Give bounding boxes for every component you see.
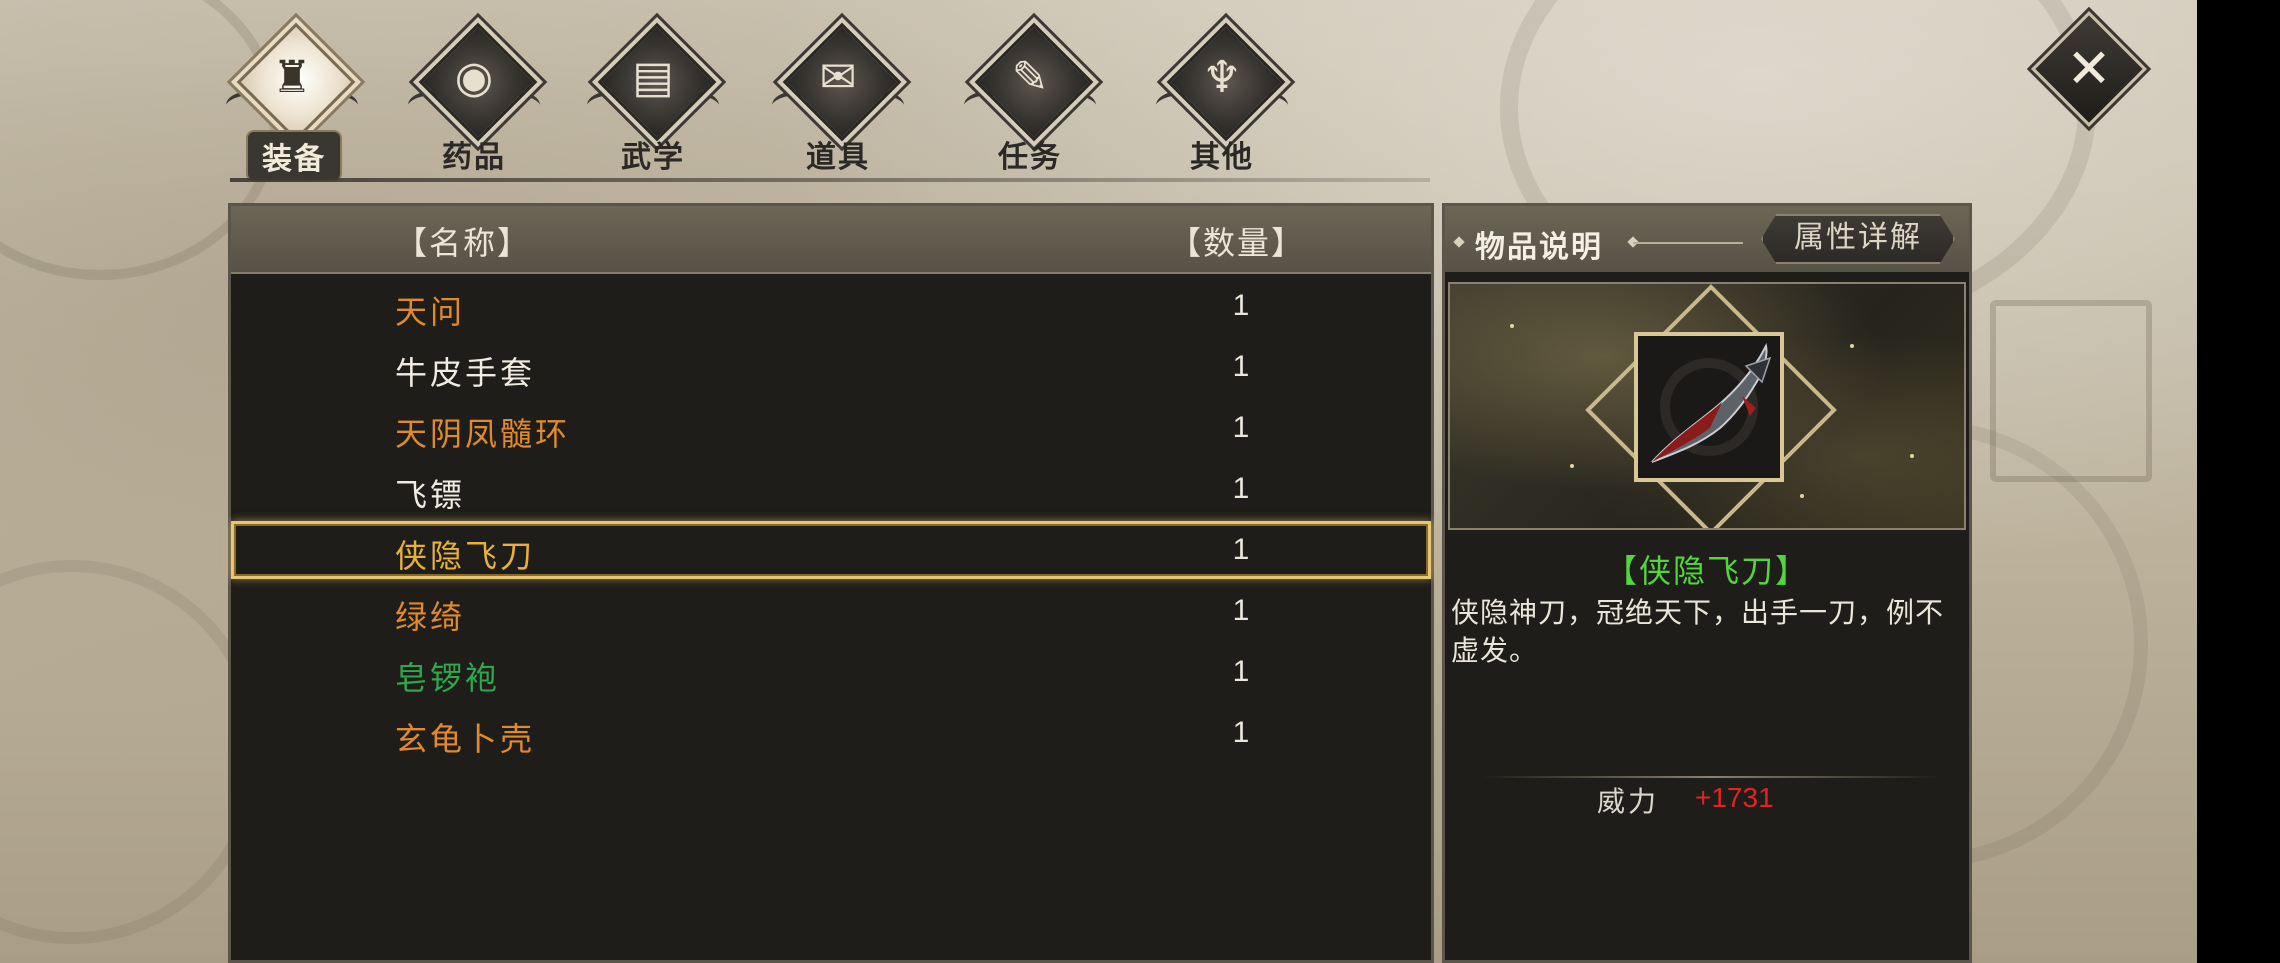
item-row-quantity: 1 <box>1232 472 1250 505</box>
item-description: 侠隐神刀，冠绝天下，出手一刀，例不虚发。 <box>1451 596 1945 667</box>
tab-props[interactable]: ✉ 道具 <box>770 22 906 175</box>
tab-label: 药品 <box>442 140 506 175</box>
sparkle <box>1850 344 1854 348</box>
item-row-name: 侠隐飞刀 <box>395 537 536 575</box>
item-icon-frame <box>1634 332 1784 482</box>
item-row[interactable]: 天阴凤髓环 1 <box>231 399 1431 457</box>
item-row[interactable]: 天问 1 <box>231 277 1431 335</box>
item-row[interactable]: 飞镖 1 <box>231 460 1431 518</box>
item-row[interactable]: 牛皮手套 1 <box>231 338 1431 396</box>
detail-header: 物品说明 属性详解 <box>1445 206 1969 272</box>
martial-arts-icon: ▤ <box>632 52 674 103</box>
item-row-name: 天阴凤髓环 <box>395 415 571 453</box>
item-row-quantity: 1 <box>1232 289 1250 322</box>
item-list-panel: 【名称】 【数量】 天问 1 牛皮手套 1 天阴凤髓环 1 飞镖 1 侠隐飞刀 1 绿绮 1 皂锣袍 1 玄… <box>228 203 1434 963</box>
background-fret-pattern <box>1990 300 2152 482</box>
item-row-quantity: 1 <box>1232 655 1250 688</box>
item-detail-panel: 物品说明 属性详解 【侠隐飞刀】 侠隐神刀，冠绝天下，出手一刀，例不虚发。 威力… <box>1442 203 1972 963</box>
item-row-name: 飞镖 <box>395 476 466 514</box>
item-showcase <box>1448 282 1966 530</box>
background-ornament <box>0 560 264 944</box>
tab-divider <box>230 178 1430 182</box>
tab-label: 任务 <box>998 140 1062 175</box>
item-row-quantity: 1 <box>1232 411 1250 444</box>
item-row-name: 绿绮 <box>395 598 466 636</box>
item-row-quantity: 1 <box>1232 533 1250 566</box>
item-row-name: 天问 <box>395 293 466 331</box>
sparkle <box>1800 494 1804 498</box>
medicine-icon: ◉ <box>454 52 494 103</box>
item-row[interactable]: 皂锣袍 1 <box>231 643 1431 701</box>
quest-scroll-icon: ✎ <box>1011 52 1049 103</box>
item-row-name: 牛皮手套 <box>395 354 536 392</box>
power-stat-value: +1731 <box>1695 782 1774 813</box>
name-column-header: 【名称】 <box>395 224 532 262</box>
tab-item-description[interactable]: 物品说明 <box>1475 222 1603 266</box>
sparkle <box>1510 324 1514 328</box>
tab-quest-scroll[interactable]: ✎ 任务 <box>962 22 1098 175</box>
item-row[interactable]: 绿绮 1 <box>231 582 1431 640</box>
power-stat-label: 威力 <box>1597 785 1660 818</box>
sparkle <box>1910 454 1914 458</box>
item-name: 【侠隐飞刀】 <box>1604 552 1809 590</box>
inventory-screen: ♜ 装备 ◉ 药品 ▤ 武学 ✉ 道具 ✎ 任务 ♆ 其他 ✕ 【名称】 【数量】 天问 1 牛皮手套 1 天… <box>0 0 2197 963</box>
tab-medicine[interactable]: ◉ 药品 <box>406 22 542 175</box>
item-row-name: 皂锣袍 <box>395 659 501 697</box>
other-icon: ♆ <box>1202 52 1242 103</box>
item-row-quantity: 1 <box>1232 594 1250 627</box>
tab-label: 装备 <box>246 130 342 182</box>
tab-label: 武学 <box>621 140 685 175</box>
tab-label: 其他 <box>1190 140 1254 175</box>
item-row[interactable]: 玄龟卜壳 1 <box>231 704 1431 762</box>
props-icon: ✉ <box>819 52 857 103</box>
item-row[interactable]: 侠隐飞刀 1 <box>231 521 1431 579</box>
quantity-column-header: 【数量】 <box>1169 224 1306 262</box>
sparkle <box>1570 464 1574 468</box>
stat-divider <box>1481 776 1941 778</box>
tab-attribute-details[interactable]: 属性详解 <box>1761 214 1955 264</box>
tab-label: 道具 <box>806 140 870 175</box>
close-icon: ✕ <box>2066 37 2112 100</box>
item-row-quantity: 1 <box>1232 350 1250 383</box>
item-row-quantity: 1 <box>1232 716 1250 749</box>
item-row-name: 玄龟卜壳 <box>395 720 536 758</box>
throwing-knife-icon <box>1651 342 1772 463</box>
equipment-icon: ♜ <box>272 52 312 103</box>
tab-other[interactable]: ♆ 其他 <box>1154 22 1290 175</box>
list-header: 【名称】 【数量】 <box>231 206 1431 274</box>
tab-equipment[interactable]: ♜ 装备 <box>224 22 360 182</box>
header-ornament-line <box>1633 242 1743 244</box>
ornament-dot <box>1453 236 1465 248</box>
tab-martial-arts[interactable]: ▤ 武学 <box>585 22 721 175</box>
